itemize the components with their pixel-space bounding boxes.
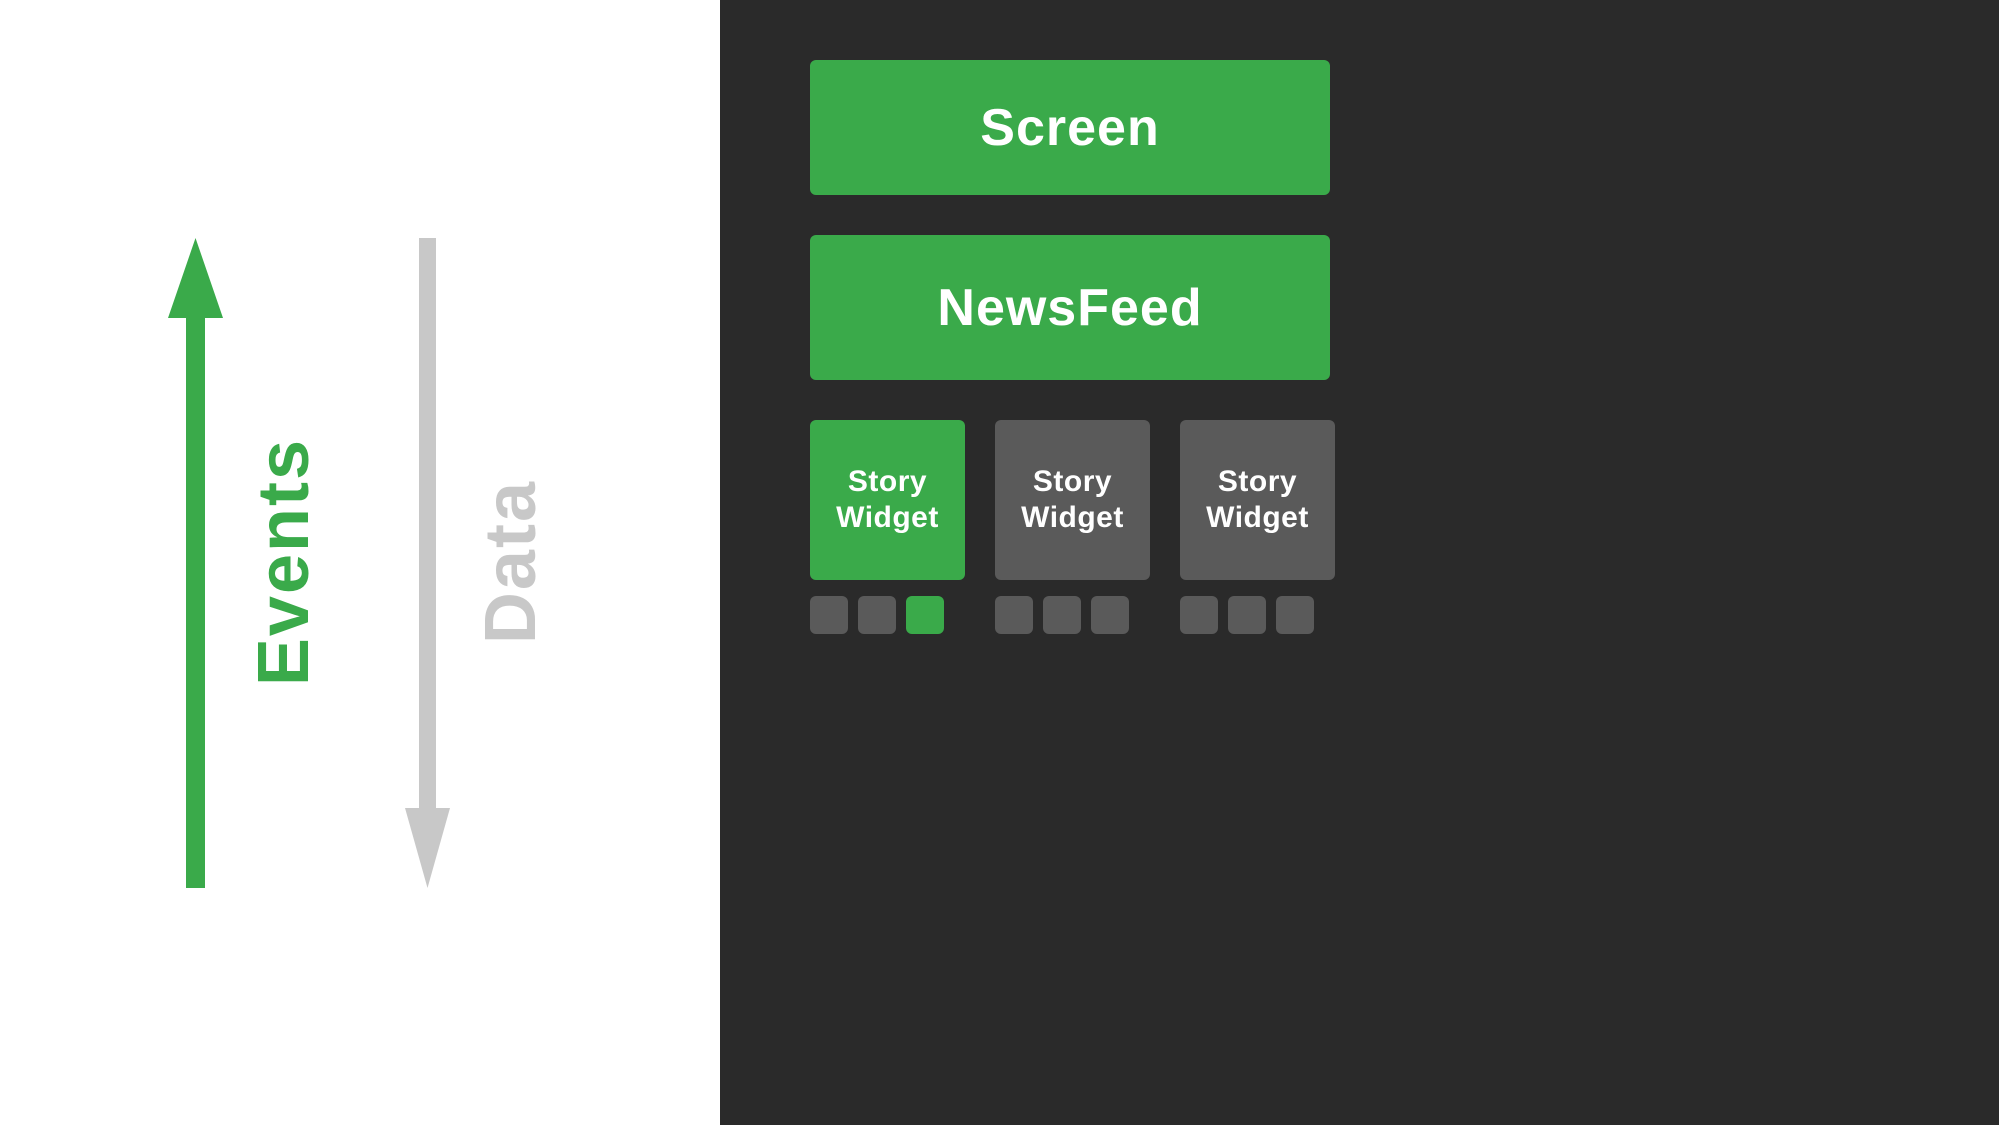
indicators-row-2 — [995, 596, 1129, 634]
indicator-dot-1-3 — [906, 596, 944, 634]
indicator-dot-3-3 — [1276, 596, 1314, 634]
events-arrow — [168, 238, 223, 888]
data-arrow-wrapper: Data — [405, 238, 552, 888]
story-widget-1: Story Widget — [810, 420, 965, 580]
right-panel: Screen NewsFeed Story Widget — [720, 0, 1999, 1125]
story-widgets-row: Story Widget Story Widget — [810, 420, 1335, 634]
indicator-dot-3-1 — [1180, 596, 1218, 634]
newsfeed-label: NewsFeed — [937, 278, 1202, 338]
story-widget-group-2: Story Widget — [995, 420, 1150, 634]
indicator-dot-1-1 — [810, 596, 848, 634]
story-widget-group-1: Story Widget — [810, 420, 965, 634]
data-label: Data — [470, 480, 552, 644]
left-panel: Events Data — [0, 0, 720, 1125]
story-widget-3: Story Widget — [1180, 420, 1335, 580]
events-arrow-wrapper: Events — [168, 238, 325, 888]
indicator-dot-1-2 — [858, 596, 896, 634]
newsfeed-block: NewsFeed — [810, 235, 1330, 380]
story-widget-2-label: Story Widget — [995, 464, 1150, 536]
story-widget-1-label: Story Widget — [810, 464, 965, 536]
screen-label: Screen — [980, 98, 1159, 158]
indicator-dot-2-3 — [1091, 596, 1129, 634]
indicators-row-1 — [810, 596, 944, 634]
indicators-row-3 — [1180, 596, 1314, 634]
indicator-dot-2-1 — [995, 596, 1033, 634]
indicator-dot-2-2 — [1043, 596, 1081, 634]
story-widget-3-label: Story Widget — [1180, 464, 1335, 536]
screen-block: Screen — [810, 60, 1330, 195]
events-label: Events — [243, 438, 325, 686]
story-widget-2: Story Widget — [995, 420, 1150, 580]
arrows-container: Events Data — [168, 213, 552, 913]
story-widget-group-3: Story Widget — [1180, 420, 1335, 634]
right-content: Screen NewsFeed Story Widget — [810, 60, 1919, 634]
indicator-dot-3-2 — [1228, 596, 1266, 634]
data-arrow — [405, 238, 450, 888]
